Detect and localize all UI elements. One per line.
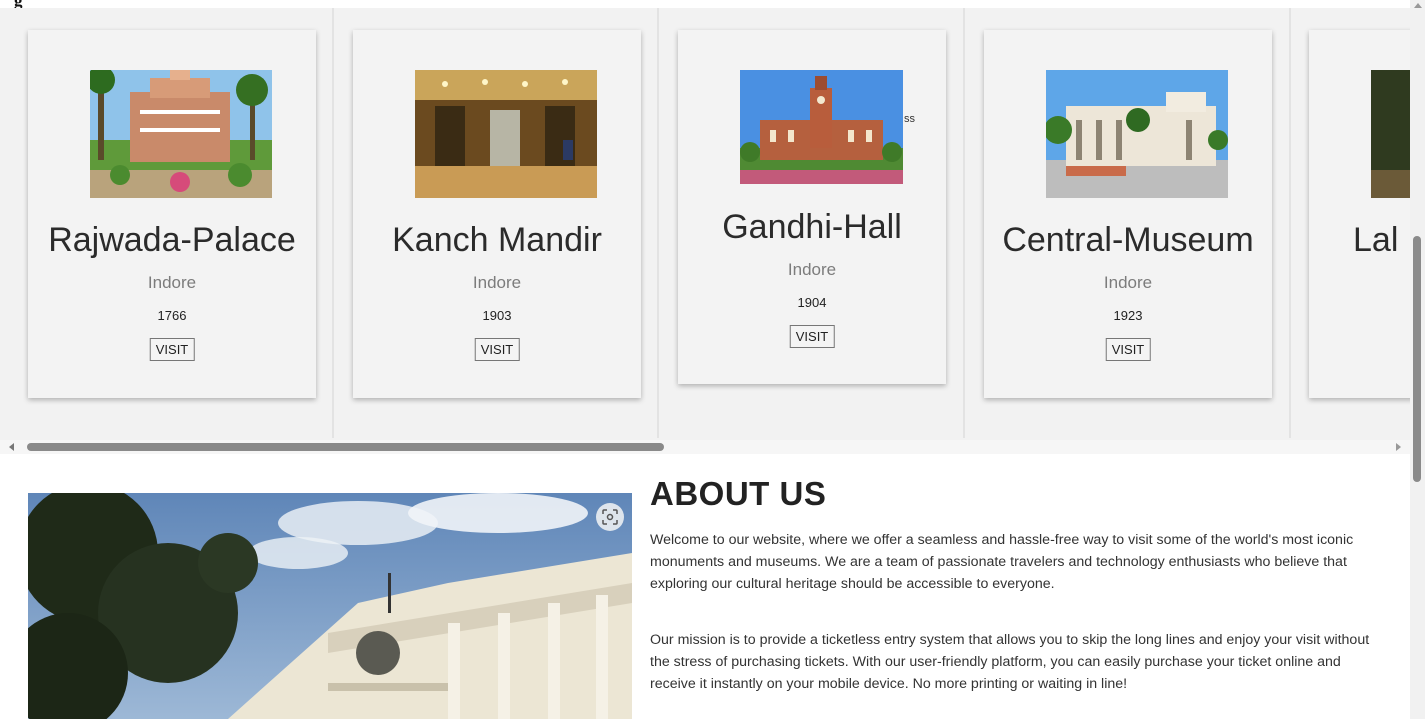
card-city: Indore bbox=[472, 273, 522, 292]
vertical-scrollbar[interactable] bbox=[1410, 0, 1425, 719]
column-divider bbox=[657, 8, 659, 438]
about-heading: ABOUT US bbox=[650, 475, 827, 512]
gandhi-hall-image bbox=[740, 70, 903, 184]
card-city: Indore bbox=[787, 260, 837, 279]
scroll-up-arrow-icon[interactable] bbox=[1414, 3, 1422, 8]
visit-button[interactable]: VISIT bbox=[789, 325, 835, 348]
card-year: 1904 bbox=[797, 295, 827, 310]
about-photo bbox=[28, 493, 632, 719]
rajwada-palace-image bbox=[90, 70, 272, 198]
image-alt-text: ss bbox=[904, 113, 915, 125]
card-city: Indore bbox=[1103, 273, 1153, 292]
monument-card-rajwada-palace: Rajwada-Palace Indore 1766 VISIT bbox=[28, 30, 316, 398]
horizontal-scrollbar[interactable] bbox=[0, 440, 1410, 454]
card-title: Gandhi-Hall bbox=[722, 208, 902, 246]
vertical-scrollbar-thumb[interactable] bbox=[1413, 236, 1421, 482]
visit-button[interactable]: VISIT bbox=[149, 338, 195, 361]
column-divider bbox=[1289, 8, 1291, 438]
card-city: Indore bbox=[147, 273, 197, 292]
card-title: Kanch Mandir bbox=[392, 221, 602, 259]
visit-button[interactable]: VISIT bbox=[1105, 338, 1151, 361]
card-year: 1766 bbox=[157, 308, 187, 323]
visual-search-icon[interactable] bbox=[596, 503, 624, 531]
monument-card-lal: Lal bbox=[1309, 30, 1410, 398]
monument-card-kanch-mandir: Kanch Mandir Indore 1903 VISIT bbox=[353, 30, 641, 398]
card-title: Lal bbox=[1353, 221, 1399, 259]
scroll-left-arrow-icon[interactable] bbox=[9, 443, 14, 451]
card-title: Rajwada-Palace bbox=[48, 221, 296, 259]
card-year: 1903 bbox=[482, 308, 512, 323]
card-title: Central-Museum bbox=[1002, 221, 1254, 259]
lal-image bbox=[1371, 70, 1410, 198]
column-divider bbox=[963, 8, 965, 438]
column-divider bbox=[332, 8, 334, 438]
about-paragraph-2: Our mission is to provide a ticketless e… bbox=[650, 632, 1370, 692]
monument-card-gandhi-hall: ss Gandhi-Hall Indore 1904 VISIT bbox=[678, 30, 946, 384]
monument-card-central-museum: Central-Museum Indore 1923 VISIT bbox=[984, 30, 1272, 398]
top-edge bbox=[0, 0, 1410, 8]
kanch-mandir-image bbox=[415, 70, 597, 198]
central-museum-image bbox=[1046, 70, 1228, 198]
monument-gallery[interactable]: Rajwada-Palace Indore 1766 VISIT Kanch M… bbox=[0, 8, 1410, 440]
card-year: 1923 bbox=[1113, 308, 1143, 323]
scroll-right-arrow-icon[interactable] bbox=[1396, 443, 1401, 451]
horizontal-scrollbar-thumb[interactable] bbox=[27, 443, 664, 451]
page: g Rajwada-Palace Indore 1766 VISIT Kanch… bbox=[0, 0, 1425, 719]
about-paragraph-1: Welcome to our website, where we offer a… bbox=[650, 532, 1354, 592]
visit-button[interactable]: VISIT bbox=[474, 338, 520, 361]
